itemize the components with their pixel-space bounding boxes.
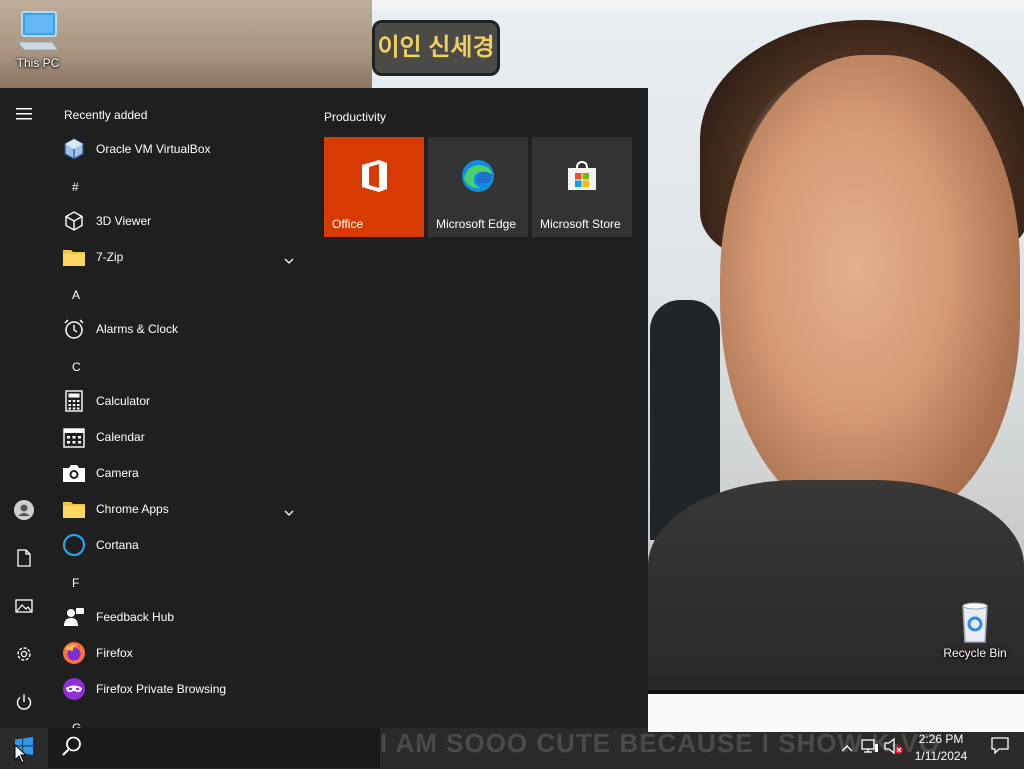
app-item-calendar[interactable]: Calendar: [48, 419, 304, 455]
tiles-area: Productivity Office Microsoft Edge Micro…: [324, 88, 644, 728]
tile-label: Microsoft Store: [540, 217, 621, 231]
app-item-7-zip[interactable]: 7-Zip: [48, 239, 304, 275]
search-icon: [61, 735, 83, 762]
letter-header-c[interactable]: C: [72, 360, 81, 374]
tile-office[interactable]: Office: [324, 137, 424, 237]
pictures-icon: [15, 598, 33, 618]
app-item-label: Feedback Hub: [96, 610, 175, 624]
firefox-icon: [62, 641, 86, 665]
app-item-firefox[interactable]: Firefox: [48, 635, 304, 671]
expand-menu-button[interactable]: [0, 96, 48, 136]
all-apps-list: Recently added Oracle VM VirtualBox # 3D…: [48, 88, 308, 728]
app-item-cortana[interactable]: Cortana: [48, 527, 304, 563]
chevron-up-icon: [841, 739, 853, 757]
tile-label: Office: [332, 217, 364, 231]
power-button[interactable]: [0, 684, 48, 724]
folder-icon: [62, 497, 86, 521]
office-icon: [324, 137, 424, 215]
volume-button[interactable]: [884, 737, 904, 760]
app-item-label: Firefox Private Browsing: [96, 682, 227, 696]
wallpaper-badge-text: 이인 신세경: [372, 20, 500, 76]
power-icon: [15, 693, 33, 716]
app-item-firefox-private-browsing[interactable]: Firefox Private Browsing: [48, 671, 304, 707]
network-icon: [861, 738, 879, 759]
wallpaper-region: [372, 0, 1024, 10]
tile-group-title[interactable]: Productivity: [324, 110, 386, 124]
app-item-camera[interactable]: Camera: [48, 455, 304, 491]
tile-microsoft-edge[interactable]: Microsoft Edge: [428, 137, 528, 237]
feedback-hub-icon: [62, 605, 86, 629]
virtualbox-icon: [62, 137, 86, 161]
mouse-cursor-icon: [14, 743, 28, 769]
desktop-icon-label: This PC: [16, 56, 60, 70]
firefox-private-icon: [62, 677, 86, 701]
settings-button[interactable]: [0, 636, 48, 676]
folder-icon: [62, 245, 86, 269]
chevron-down-icon[interactable]: [284, 251, 294, 269]
app-item-label: Camera: [96, 466, 139, 480]
tile-label: Microsoft Edge: [436, 217, 517, 231]
app-item-alarms-clock[interactable]: Alarms & Clock: [48, 311, 304, 347]
taskbar: 2:26 PM 1/11/2024: [0, 728, 1024, 768]
hamburger-menu-icon: [16, 107, 32, 125]
app-item-label: Oracle VM VirtualBox: [96, 142, 211, 156]
cube-icon: [62, 209, 86, 233]
clock-date: 1/11/2024: [914, 749, 968, 763]
system-tray: 2:26 PM 1/11/2024: [834, 728, 1024, 768]
edge-icon: [428, 137, 528, 215]
tile-microsoft-store[interactable]: Microsoft Store: [532, 137, 632, 237]
calendar-icon: [62, 425, 86, 449]
cortana-ring-icon: [62, 533, 86, 557]
documents-button[interactable]: [0, 540, 48, 580]
start-menu-rail: [0, 88, 48, 728]
letter-header-f[interactable]: F: [72, 576, 79, 590]
network-button[interactable]: [860, 738, 880, 758]
app-item-label: Alarms & Clock: [96, 322, 179, 336]
wallpaper-region: [648, 690, 1024, 732]
wallpaper-region: [648, 480, 1024, 694]
app-item-label: Cortana: [96, 538, 139, 552]
desktop-icon-recycle-bin[interactable]: Recycle Bin: [935, 600, 1015, 660]
app-item-label: 3D Viewer: [96, 214, 152, 228]
desktop-icon-this-pc[interactable]: This PC: [0, 10, 78, 70]
letter-header-g[interactable]: G: [72, 721, 81, 728]
user-account-button[interactable]: [0, 492, 48, 532]
chevron-down-icon[interactable]: [284, 503, 294, 521]
app-item-calculator[interactable]: Calculator: [48, 383, 304, 419]
alarm-clock-icon: [62, 317, 86, 341]
store-bag-icon: [532, 137, 632, 215]
app-item-label: Firefox: [96, 646, 133, 660]
app-item-chrome-apps[interactable]: Chrome Apps: [48, 491, 304, 527]
action-center-icon: [991, 737, 1009, 759]
clock-time: 2:26 PM: [918, 732, 964, 746]
app-item-feedback-hub[interactable]: Feedback Hub: [48, 599, 304, 635]
app-item-label: Calendar: [96, 430, 145, 444]
app-item-label: Chrome Apps: [96, 502, 169, 516]
show-hidden-icons-button[interactable]: [837, 738, 857, 758]
computer-icon: [14, 10, 62, 54]
user-account-icon: [14, 499, 34, 525]
settings-gear-icon: [15, 645, 33, 668]
volume-muted-icon: [884, 737, 904, 760]
start-menu: Recently added Oracle VM VirtualBox # 3D…: [0, 88, 648, 728]
action-center-button[interactable]: [990, 737, 1010, 759]
camera-icon: [62, 461, 86, 485]
letter-header-a[interactable]: A: [72, 288, 80, 302]
pictures-button[interactable]: [0, 588, 48, 628]
calculator-icon: [62, 389, 86, 413]
letter-header-hash[interactable]: #: [72, 180, 79, 194]
clock-button[interactable]: 2:26 PM 1/11/2024: [906, 731, 976, 765]
documents-icon: [17, 548, 31, 572]
app-item-oracle-vm-virtualbox[interactable]: Oracle VM VirtualBox: [48, 131, 304, 167]
app-item-label: 7-Zip: [96, 250, 124, 264]
recently-added-heading: Recently added: [64, 108, 148, 122]
app-item-3d-viewer[interactable]: 3D Viewer: [48, 203, 304, 239]
recycle-bin-icon: [951, 600, 999, 644]
wallpaper-region: [720, 55, 1020, 525]
desktop-icon-label: Recycle Bin: [943, 646, 1007, 660]
app-item-label: Calculator: [96, 394, 151, 408]
search-button[interactable]: [48, 728, 96, 768]
